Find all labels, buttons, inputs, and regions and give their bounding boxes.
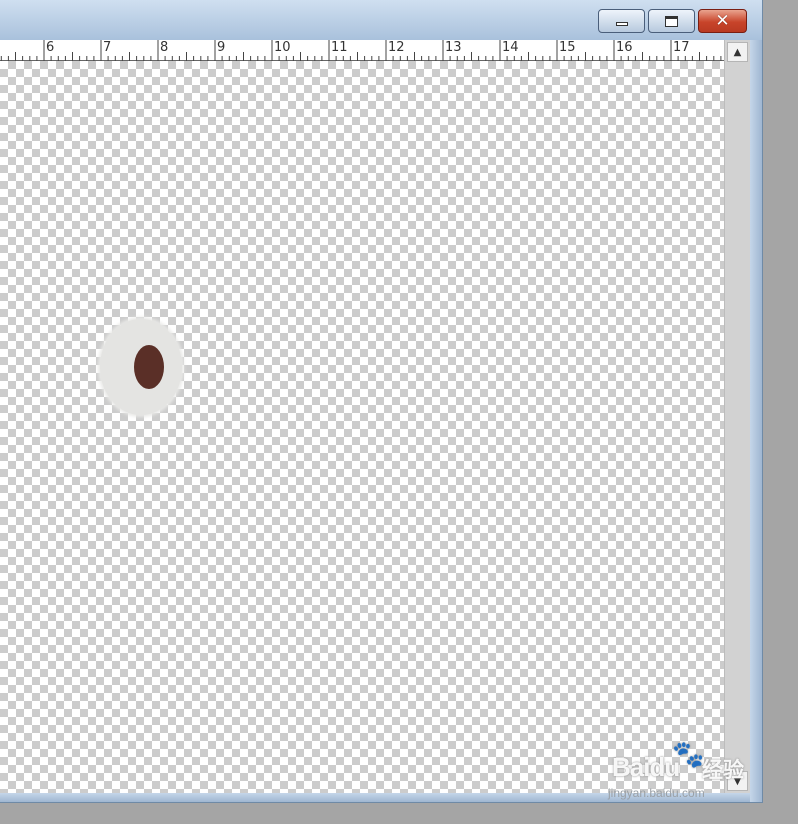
vertical-scrollbar[interactable]: ▲ ▼ [724, 40, 750, 793]
ruler-label: 12 [388, 40, 405, 55]
ruler-label: 17 [673, 40, 690, 55]
close-icon: ✕ [715, 10, 730, 31]
window-frame-bottom [0, 793, 750, 802]
scroll-down-button[interactable]: ▼ [727, 771, 748, 791]
ruler-label: 11 [331, 40, 348, 55]
maximize-icon [665, 15, 678, 27]
maximize-button[interactable] [648, 9, 695, 33]
ruler-label: 13 [445, 40, 462, 55]
ruler-label: 16 [616, 40, 633, 55]
arrow-up-icon: ▲ [733, 46, 742, 58]
ruler-label: 15 [559, 40, 576, 55]
minimize-button[interactable] [598, 9, 645, 33]
ruler-label: 10 [274, 40, 291, 55]
horizontal-ruler: 6 7 8 9 10 11 12 13 14 15 16 17 [0, 40, 724, 61]
window-frame-right [750, 40, 762, 802]
ruler-label: 7 [103, 40, 112, 55]
ruler-label: 8 [160, 40, 169, 55]
minimize-icon [615, 22, 628, 26]
title-bar[interactable]: ✕ [0, 0, 762, 40]
ruler-label: 14 [502, 40, 519, 55]
close-button[interactable]: ✕ [698, 9, 747, 33]
ruler-label: 9 [217, 40, 226, 55]
ruler-label: 6 [46, 40, 55, 55]
arrow-down-icon: ▼ [733, 775, 742, 787]
document-canvas[interactable] [0, 61, 724, 793]
scroll-up-button[interactable]: ▲ [727, 42, 748, 62]
image-document-window: ✕ 6 7 8 9 10 11 12 13 14 15 16 17 ▲ ▼ [0, 0, 763, 803]
dark-brown-oval-shape [134, 345, 164, 389]
